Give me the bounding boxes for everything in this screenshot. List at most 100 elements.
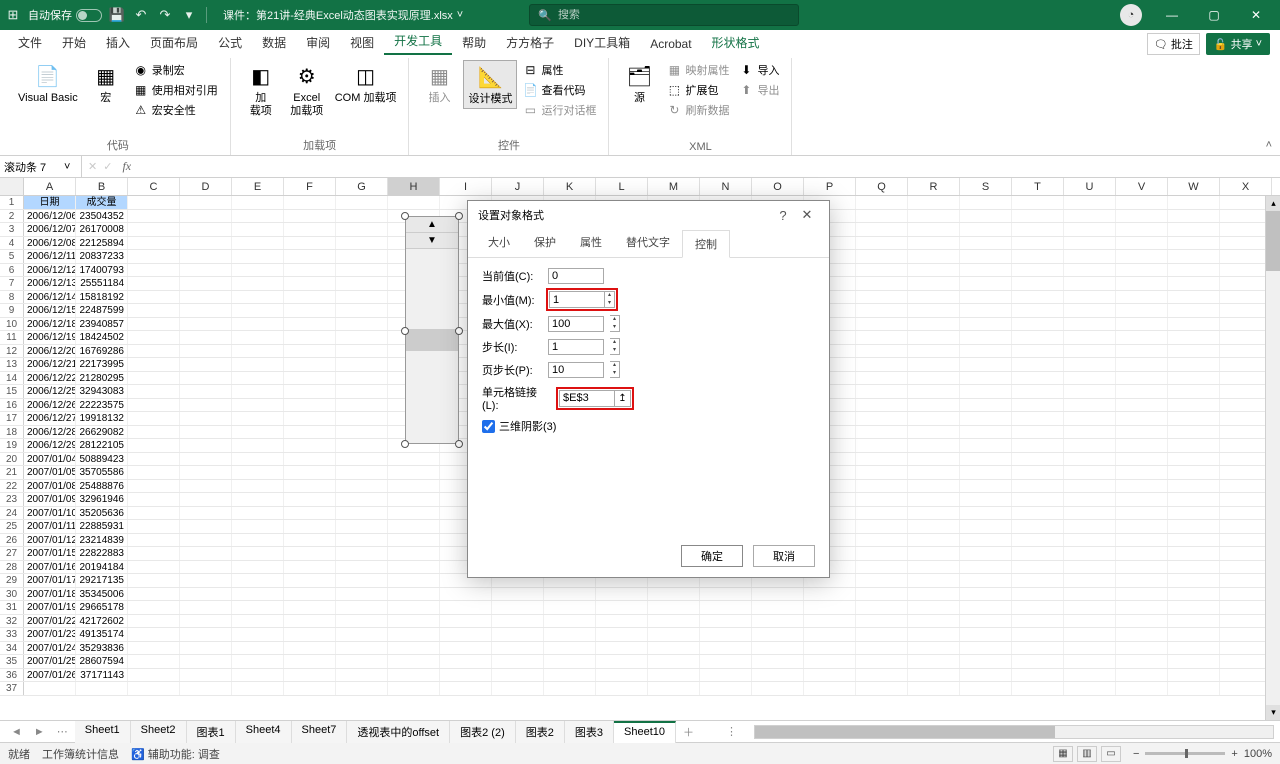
cell[interactable] [1012, 318, 1064, 331]
row-header[interactable]: 5 [0, 250, 24, 263]
scroll-down-button[interactable]: ▼ [406, 233, 458, 249]
cell[interactable] [856, 588, 908, 601]
cell[interactable] [1012, 655, 1064, 668]
cell[interactable] [180, 561, 232, 574]
cell[interactable] [336, 372, 388, 385]
cell[interactable] [1064, 682, 1116, 695]
cell[interactable] [1012, 385, 1064, 398]
col-header-G[interactable]: G [336, 178, 388, 195]
cell[interactable] [128, 682, 180, 695]
cell[interactable] [388, 480, 440, 493]
cell[interactable] [388, 628, 440, 641]
col-header-B[interactable]: B [76, 178, 128, 195]
cell[interactable] [1012, 426, 1064, 439]
tab-帮助[interactable]: 帮助 [452, 30, 496, 55]
cell[interactable] [284, 561, 336, 574]
cell[interactable] [1168, 628, 1220, 641]
cell[interactable] [1116, 561, 1168, 574]
cell[interactable] [128, 615, 180, 628]
cell[interactable]: 17400793 [76, 264, 128, 277]
step-input[interactable] [548, 339, 604, 355]
cell[interactable] [1116, 264, 1168, 277]
cell[interactable] [752, 682, 804, 695]
cell[interactable]: 2006/12/20 [24, 345, 76, 358]
cell[interactable] [960, 682, 1012, 695]
cell[interactable] [336, 250, 388, 263]
cell[interactable] [544, 615, 596, 628]
cell[interactable] [960, 480, 1012, 493]
cell[interactable] [336, 331, 388, 344]
cell[interactable]: 22223575 [76, 399, 128, 412]
cell[interactable] [908, 466, 960, 479]
cell[interactable] [908, 372, 960, 385]
cell[interactable] [232, 399, 284, 412]
cell[interactable] [336, 237, 388, 250]
cell[interactable]: 2006/12/27 [24, 412, 76, 425]
dialog-tab-保护[interactable]: 保护 [522, 229, 568, 257]
cell[interactable]: 2007/01/25 [24, 655, 76, 668]
dialog-tab-控制[interactable]: 控制 [682, 230, 730, 258]
cell[interactable] [336, 480, 388, 493]
cell[interactable] [596, 628, 648, 641]
cell[interactable] [856, 642, 908, 655]
sheet-tab[interactable]: 图表1 [187, 721, 236, 743]
cell[interactable] [960, 588, 1012, 601]
cell[interactable] [180, 250, 232, 263]
cell[interactable] [336, 628, 388, 641]
cell[interactable] [128, 547, 180, 560]
cell[interactable] [1168, 642, 1220, 655]
cell[interactable]: 2007/01/08 [24, 480, 76, 493]
tab-文件[interactable]: 文件 [8, 30, 52, 55]
row-header[interactable]: 23 [0, 493, 24, 506]
cell[interactable] [492, 642, 544, 655]
help-button[interactable]: ? [771, 208, 795, 223]
customize-qat-icon[interactable]: ▾ [180, 6, 198, 24]
row-header[interactable]: 29 [0, 574, 24, 587]
cell[interactable]: 50889423 [76, 453, 128, 466]
cell[interactable] [336, 561, 388, 574]
macros-button[interactable]: ▦宏 [84, 60, 128, 107]
cell[interactable]: 2006/12/08 [24, 237, 76, 250]
cell[interactable] [1168, 507, 1220, 520]
cell[interactable]: 2006/12/06 [24, 210, 76, 223]
cell[interactable] [440, 682, 492, 695]
cell[interactable] [128, 210, 180, 223]
select-all-corner[interactable] [0, 178, 24, 195]
cell[interactable] [284, 358, 336, 371]
cell[interactable] [232, 385, 284, 398]
tab-审阅[interactable]: 审阅 [296, 30, 340, 55]
cell[interactable] [960, 277, 1012, 290]
cell[interactable] [232, 588, 284, 601]
cell[interactable] [960, 372, 1012, 385]
cell[interactable] [1064, 493, 1116, 506]
col-header-Q[interactable]: Q [856, 178, 908, 195]
cell[interactable]: 25551184 [76, 277, 128, 290]
cell[interactable]: 2006/12/28 [24, 426, 76, 439]
cell[interactable] [596, 615, 648, 628]
cell[interactable] [908, 601, 960, 614]
cell[interactable] [388, 507, 440, 520]
cell[interactable] [960, 304, 1012, 317]
col-header-F[interactable]: F [284, 178, 336, 195]
cell[interactable] [1116, 277, 1168, 290]
cell[interactable] [908, 655, 960, 668]
cell[interactable] [388, 534, 440, 547]
cell[interactable] [388, 615, 440, 628]
cell[interactable] [128, 493, 180, 506]
cell[interactable] [232, 358, 284, 371]
cell[interactable] [492, 655, 544, 668]
cell[interactable] [128, 466, 180, 479]
spinner[interactable]: ▴▾ [610, 361, 620, 378]
addins-button[interactable]: ◧加 载项 [239, 60, 283, 120]
cell[interactable] [1116, 358, 1168, 371]
row-header[interactable]: 36 [0, 669, 24, 682]
cell[interactable] [128, 453, 180, 466]
cell[interactable] [128, 628, 180, 641]
cell[interactable] [804, 601, 856, 614]
col-header-I[interactable]: I [440, 178, 492, 195]
cell[interactable] [1168, 534, 1220, 547]
zoom-out-button[interactable]: − [1133, 748, 1139, 760]
cell[interactable] [284, 453, 336, 466]
row-header[interactable]: 32 [0, 615, 24, 628]
cell[interactable] [1168, 480, 1220, 493]
